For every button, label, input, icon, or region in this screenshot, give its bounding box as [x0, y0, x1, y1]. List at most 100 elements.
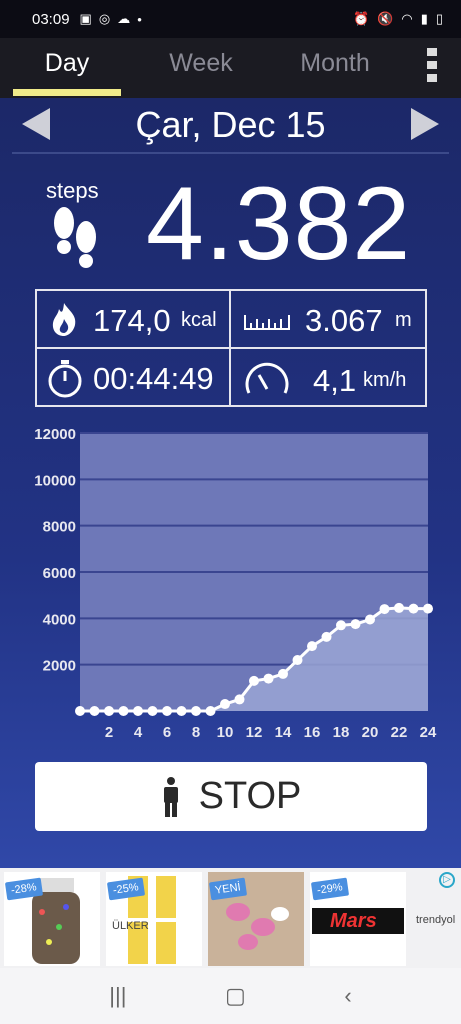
back-icon[interactable]: ‹ — [344, 983, 351, 1009]
chart-data-point — [249, 675, 259, 686]
speed-cell: 4,1 km/h — [231, 349, 427, 407]
person-icon — [163, 776, 178, 817]
distance-cell: 3.067 m — [231, 291, 427, 349]
chart-x-tick-label: 8 — [192, 724, 200, 741]
stop-button[interactable]: STOP — [35, 762, 427, 831]
image-icon: ▣ — [79, 11, 92, 26]
duration-cell: 00:44:49 — [37, 349, 231, 407]
chart-data-point — [321, 631, 332, 642]
speed-value: 4,1 — [313, 363, 357, 398]
footprints-icon — [54, 207, 96, 268]
chart-data-point — [336, 620, 346, 631]
cloud-icon: ☁ — [117, 11, 131, 26]
chart-data-point — [365, 614, 375, 625]
recent-apps-icon[interactable]: ||| — [109, 983, 126, 1009]
chart-data-point — [176, 706, 187, 716]
chart-data-point — [423, 603, 433, 614]
duration-value: 00:44:49 — [93, 361, 214, 396]
chart-x-tick-label: 10 — [217, 724, 234, 741]
stopwatch-icon — [48, 360, 82, 398]
chart-data-point — [278, 668, 288, 679]
tab-day[interactable]: Day — [0, 38, 134, 98]
ad-brand-label: Mars — [330, 910, 377, 932]
distance-value: 3.067 — [305, 303, 383, 338]
chart-data-point — [220, 699, 230, 710]
ad-product-2[interactable]: -25% ÜLKER — [106, 872, 202, 966]
speedometer-icon — [245, 362, 289, 394]
chart-x-tick-label: 6 — [163, 724, 171, 741]
previous-day-arrow-icon[interactable] — [22, 108, 50, 140]
date-navigator: Çar, Dec 15 — [12, 98, 449, 154]
chart-data-point — [292, 655, 303, 666]
next-day-arrow-icon[interactable] — [411, 108, 439, 140]
mute-icon: 🔇 — [377, 11, 394, 26]
chart-data-point — [147, 706, 158, 716]
chart-y-tick-label: 10000 — [34, 472, 76, 489]
speed-unit: km/h — [363, 369, 407, 391]
chart-data-point — [350, 619, 361, 630]
chart-data-point — [394, 602, 404, 613]
chart-data-point — [191, 706, 201, 716]
steps-count: 4.382 — [146, 166, 412, 282]
ad-banner[interactable]: -28% -25% ÜLKER YENİ -29% Mars trendyol … — [0, 868, 461, 968]
chart-y-tick-label: 6000 — [43, 565, 76, 582]
ad-product-1[interactable]: -28% — [4, 872, 100, 966]
period-tabs: Day Week Month — [0, 38, 461, 98]
distance-unit: m — [395, 309, 412, 331]
steps-label: steps — [46, 178, 99, 203]
status-notification-icons: ▣ ◎ ☁ • — [80, 11, 142, 27]
steps-chart: 200040006000800010000120002 4 6 8 10 12 14 16 18… — [34, 426, 437, 741]
chart-y-tick-label: 8000 — [43, 519, 76, 536]
ad-info-icon[interactable]: ▷ — [439, 872, 455, 888]
menu-dot-icon — [427, 61, 437, 69]
chart-y-tick-label: 12000 — [34, 426, 76, 443]
chart-data-point — [205, 706, 216, 716]
stats-grid: 174,0 kcal 3.067 m 00:44:49 4,1 km/h — [35, 289, 427, 407]
ad-network-brand: trendyol — [416, 914, 456, 926]
chart-data-point — [75, 706, 85, 716]
wifi-icon: ◠ — [401, 11, 413, 26]
menu-dot-icon — [427, 74, 437, 82]
main-content: Çar, Dec 15 steps 4.382 174,0 kcal 3.067… — [0, 98, 461, 868]
chart-x-tick-label: 20 — [362, 724, 379, 741]
overflow-menu-button[interactable] — [427, 46, 439, 82]
chart-x-tick-label: 16 — [304, 724, 321, 741]
tab-week[interactable]: Week — [134, 38, 268, 98]
chart-x-tick-label: 24 — [420, 724, 437, 741]
chart-y-tick-label: 4000 — [43, 611, 76, 628]
chart-data-point — [408, 603, 419, 614]
chart-x-tick-label: 2 — [105, 724, 113, 741]
calories-cell: 174,0 kcal — [37, 291, 231, 349]
chart-x-tick-label: 12 — [246, 724, 263, 741]
flame-icon — [52, 303, 76, 336]
ad-brand-label: ÜLKER — [112, 920, 149, 932]
calories-unit: kcal — [181, 309, 217, 331]
menu-dot-icon — [427, 48, 437, 56]
ad-product-4[interactable]: -29% Mars — [310, 872, 406, 966]
chart-data-point — [162, 706, 172, 716]
status-bar: 03:09 ▣ ◎ ☁ • ⏰ 🔇 ◠ ▮ ▯ — [0, 0, 461, 38]
chart-data-point — [133, 706, 143, 716]
home-icon[interactable]: ▢ — [225, 983, 246, 1009]
date-title: Çar, Dec 15 — [135, 104, 326, 145]
chart-data-point — [89, 706, 100, 716]
chart-data-point — [104, 706, 114, 716]
chart-data-point — [234, 694, 245, 705]
battery-icon: ▯ — [435, 11, 443, 26]
system-nav-bar: ||| ▢ ‹ — [0, 968, 461, 1024]
status-system-icons: ⏰ 🔇 ◠ ▮ ▯ — [353, 11, 443, 27]
chart-x-tick-label: 22 — [391, 724, 408, 741]
chart-x-tick-label: 14 — [275, 724, 292, 741]
tab-month[interactable]: Month — [268, 38, 402, 98]
chart-data-point — [118, 706, 129, 716]
stop-button-label: STOP — [198, 775, 302, 817]
ad-product-3[interactable]: YENİ — [208, 872, 304, 966]
instagram-icon: ◎ — [98, 11, 111, 26]
dot-icon: • — [137, 11, 142, 27]
chart-x-tick-label: 18 — [333, 724, 350, 741]
alarm-icon: ⏰ — [352, 11, 370, 26]
chart-x-tick-label: 4 — [134, 724, 143, 741]
calories-value: 174,0 — [93, 303, 171, 338]
signal-icon: ▮ — [420, 11, 428, 26]
chart-data-point — [307, 641, 317, 652]
